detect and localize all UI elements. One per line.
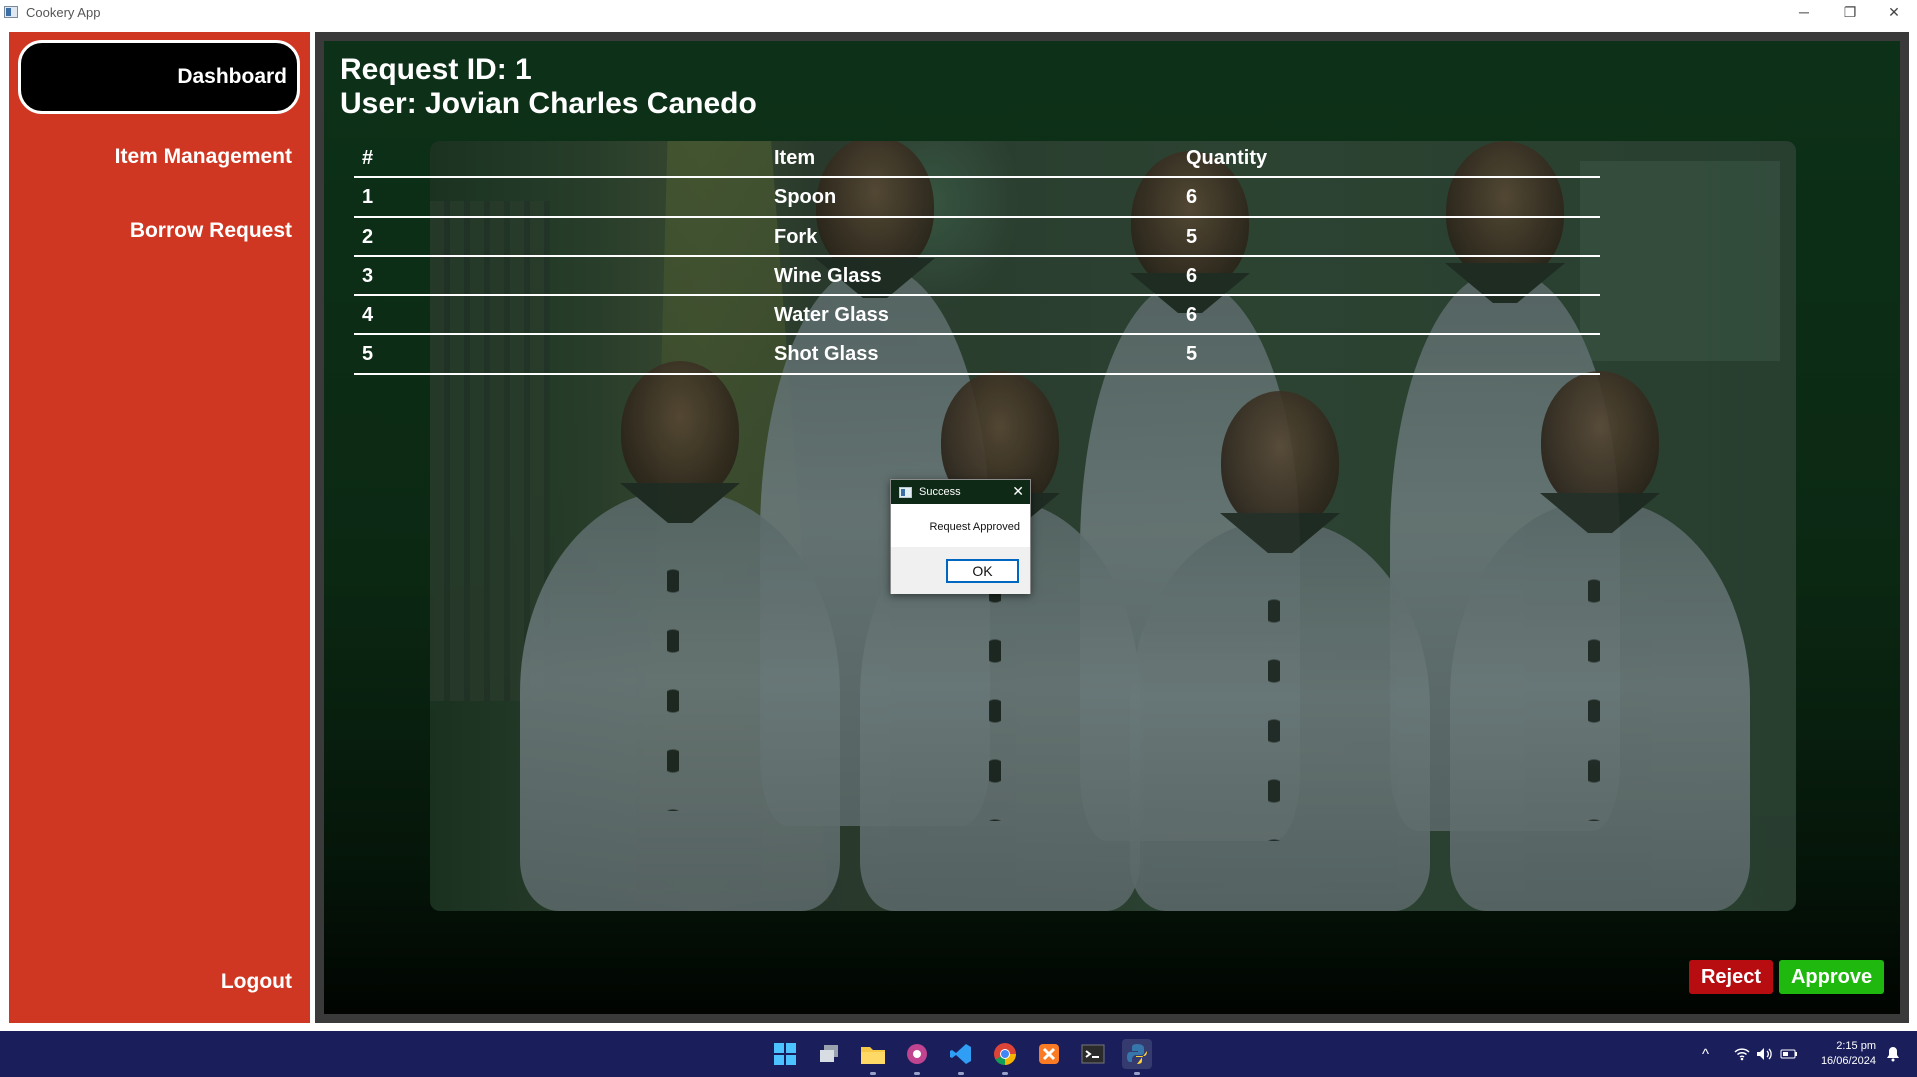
row-quantity: 6: [1186, 186, 1198, 209]
notification-bell-icon[interactable]: [1886, 1031, 1900, 1077]
dialog-title: Success: [919, 486, 961, 498]
windows-start-icon[interactable]: [770, 1039, 800, 1069]
chrome-icon[interactable]: [990, 1039, 1020, 1075]
logout-label: Logout: [220, 970, 292, 993]
row-item: Shot Glass: [774, 343, 879, 366]
photo-chef: [1450, 371, 1750, 911]
photo-window: [1580, 161, 1780, 361]
row-quantity: 5: [1186, 225, 1198, 248]
sidebar-item-label: Item Management: [114, 145, 292, 168]
request-user-heading: User: Jovian Charles Canedo: [340, 87, 757, 120]
table-row: 1 Spoon 6: [354, 178, 1600, 218]
table-row: 3 Wine Glass 6: [354, 257, 1600, 297]
column-header-quantity: Quantity: [1186, 147, 1268, 169]
window-titlebar: Cookery App ─ ❐ ✕: [0, 0, 1917, 24]
row-number: 5: [362, 343, 374, 366]
main-panel-frame: Request ID: 1 User: Jovian Charles Caned…: [315, 32, 1909, 1023]
main-panel: Request ID: 1 User: Jovian Charles Caned…: [324, 41, 1900, 1014]
terminal-icon[interactable]: [1078, 1039, 1108, 1069]
sidebar-item-item-management[interactable]: Item Management: [115, 145, 292, 169]
approve-button[interactable]: Approve: [1779, 960, 1884, 994]
file-explorer-icon[interactable]: [858, 1039, 888, 1075]
wifi-icon[interactable]: [1734, 1031, 1750, 1077]
reject-button[interactable]: Reject: [1689, 960, 1773, 994]
row-quantity: 6: [1186, 264, 1198, 287]
row-number: 4: [362, 304, 374, 327]
row-item: Water Glass: [774, 304, 889, 327]
row-quantity: 6: [1186, 304, 1198, 327]
vscode-icon[interactable]: [946, 1039, 976, 1075]
dialog-app-icon: [899, 486, 912, 498]
dialog-ok-button[interactable]: OK: [946, 559, 1019, 583]
photo-chef: [520, 361, 840, 911]
table-row: 5 Shot Glass 5: [354, 335, 1600, 375]
row-number: 1: [362, 186, 374, 209]
table-header-row: # Item Quantity: [354, 139, 1600, 179]
table-row: 2 Fork 5: [354, 218, 1600, 257]
windows-taskbar: ^ 2:15 pm 16/06/2024: [0, 1031, 1917, 1077]
maximize-button[interactable]: ❐: [1827, 0, 1873, 24]
column-header-number: #: [362, 147, 374, 169]
battery-icon[interactable]: [1780, 1031, 1798, 1077]
row-quantity: 5: [1186, 343, 1198, 366]
request-id-heading: Request ID: 1: [340, 53, 532, 86]
dialog-message: Request Approved: [929, 521, 1020, 533]
sidebar-item-label: Dashboard: [177, 65, 287, 88]
window-title: Cookery App: [26, 4, 101, 20]
sidebar-item-dashboard[interactable]: Dashboard: [18, 40, 300, 114]
sidebar-item-borrow-request[interactable]: Borrow Request: [130, 219, 292, 243]
row-item: Wine Glass: [774, 264, 882, 287]
logout-button[interactable]: Logout: [221, 970, 292, 994]
table-row: 4 Water Glass 6: [354, 296, 1600, 336]
system-clock[interactable]: 2:15 pm 16/06/2024: [1804, 1039, 1876, 1069]
minimize-button[interactable]: ─: [1781, 0, 1827, 24]
row-number: 2: [362, 225, 374, 248]
task-view-icon[interactable]: [814, 1039, 844, 1069]
row-item: Spoon: [774, 186, 837, 209]
tray-overflow-button[interactable]: ^: [1702, 1031, 1709, 1077]
request-items-table: # Item Quantity 1 Spoon 6 2 Fork 5 3 Win…: [354, 139, 1600, 375]
chevron-up-icon: ^: [1702, 1045, 1710, 1063]
dialog-titlebar: Success ✕: [891, 480, 1030, 504]
python-icon[interactable]: [1122, 1039, 1152, 1075]
clock-date: 16/06/2024: [1820, 1055, 1876, 1067]
column-header-item: Item: [774, 147, 816, 169]
dialog-close-icon[interactable]: ✕: [1012, 483, 1024, 499]
sidebar: Dashboard Item Management Borrow Request…: [9, 32, 310, 1023]
app-icon[interactable]: [902, 1039, 932, 1075]
row-item: Fork: [774, 225, 818, 248]
clock-time: 2:15 pm: [1836, 1040, 1876, 1052]
photo-chef: [1130, 391, 1430, 911]
volume-icon[interactable]: [1756, 1031, 1774, 1077]
success-dialog: Success ✕ Request Approved OK: [890, 479, 1031, 594]
sidebar-item-label: Borrow Request: [129, 219, 292, 242]
app-area: Dashboard Item Management Borrow Request…: [0, 24, 1917, 1031]
xampp-icon[interactable]: [1034, 1039, 1064, 1069]
close-window-button[interactable]: ✕: [1871, 0, 1917, 24]
row-number: 3: [362, 264, 374, 287]
app-window-icon: [4, 6, 18, 18]
